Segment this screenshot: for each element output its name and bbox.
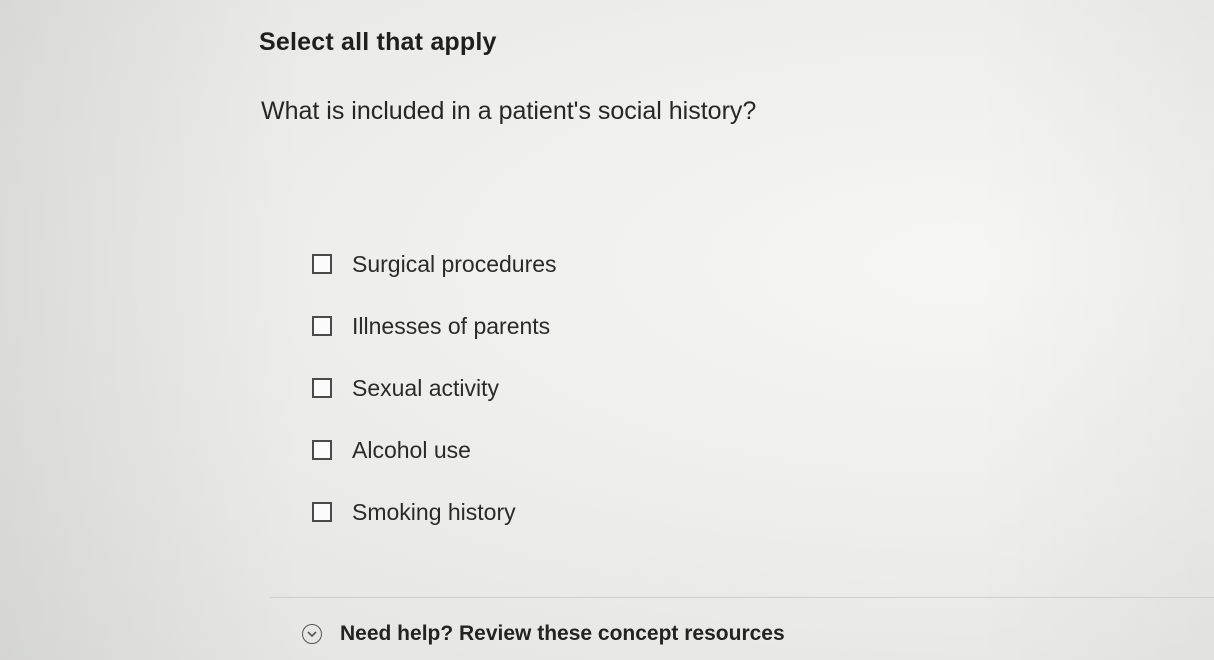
checkbox[interactable] — [312, 440, 332, 460]
checkbox[interactable] — [312, 316, 332, 336]
divider — [270, 597, 1214, 598]
option-illnesses-of-parents[interactable]: Illnesses of parents — [312, 295, 557, 357]
chevron-down-circle-icon[interactable] — [302, 624, 322, 644]
question-prompt: What is included in a patient's social h… — [261, 97, 757, 125]
option-surgical-procedures[interactable]: Surgical procedures — [312, 233, 557, 295]
option-label: Sexual activity — [352, 374, 500, 401]
option-label: Illnesses of parents — [352, 312, 551, 339]
checkbox[interactable] — [312, 378, 332, 398]
help-resources-label[interactable]: Need help? Review these concept resource… — [340, 622, 785, 646]
checkbox[interactable] — [312, 254, 332, 274]
answer-options: Surgical procedures Illnesses of parents… — [312, 233, 557, 543]
option-smoking-history[interactable]: Smoking history — [312, 481, 557, 543]
checkbox[interactable] — [312, 502, 332, 522]
help-resources-toggle[interactable]: Need help? Review these concept resource… — [302, 622, 785, 646]
option-label: Surgical procedures — [352, 250, 557, 277]
option-label: Smoking history — [352, 498, 516, 525]
question-instruction: Select all that apply — [259, 28, 497, 56]
option-sexual-activity[interactable]: Sexual activity — [312, 357, 557, 419]
option-alcohol-use[interactable]: Alcohol use — [312, 419, 557, 481]
option-label: Alcohol use — [352, 436, 471, 463]
